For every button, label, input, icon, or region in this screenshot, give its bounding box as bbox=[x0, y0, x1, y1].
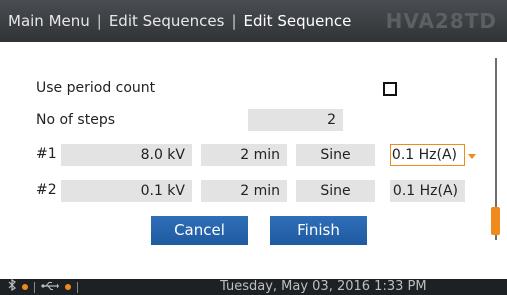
breadcrumb-edit-sequence: Edit Sequence bbox=[243, 12, 352, 30]
finish-button[interactable]: Finish bbox=[270, 216, 367, 245]
usb-icon bbox=[41, 280, 59, 295]
divider bbox=[34, 281, 35, 293]
no-of-steps-field[interactable]: 2 bbox=[248, 109, 343, 131]
breadcrumb-edit-sequences[interactable]: Edit Sequences bbox=[109, 12, 225, 30]
model-logo: HVA28TD bbox=[385, 9, 497, 33]
step-1-label: #1 bbox=[36, 146, 57, 162]
step-2-voltage-field[interactable]: 0.1 kV bbox=[61, 180, 192, 202]
step-1-waveform-field[interactable]: Sine bbox=[296, 144, 375, 166]
title-bar: Main Menu | Edit Sequences | Edit Sequen… bbox=[0, 0, 507, 42]
breadcrumb-main-menu[interactable]: Main Menu bbox=[8, 12, 90, 30]
date-time: Tuesday, May 03, 2016 1:33 PM bbox=[220, 279, 427, 294]
divider bbox=[77, 281, 78, 293]
use-period-count-checkbox[interactable] bbox=[383, 82, 397, 96]
dropdown-arrow-icon[interactable] bbox=[468, 154, 476, 159]
step-2-waveform-field[interactable]: Sine bbox=[296, 180, 375, 202]
use-period-count-label: Use period count bbox=[36, 80, 156, 96]
bluetooth-status-indicator bbox=[22, 284, 28, 290]
status-bar: Tuesday, May 03, 2016 1:33 PM bbox=[0, 278, 507, 295]
step-1-duration-field[interactable]: 2 min bbox=[201, 144, 287, 166]
no-of-steps-label: No of steps bbox=[36, 112, 116, 128]
step-2-frequency-field[interactable]: 0.1 Hz(A) bbox=[390, 180, 465, 202]
cancel-button[interactable]: Cancel bbox=[151, 216, 248, 245]
step-1-voltage-field[interactable]: 8.0 kV bbox=[61, 144, 192, 166]
scrollbar-thumb[interactable] bbox=[491, 207, 500, 235]
bluetooth-icon bbox=[8, 278, 16, 295]
step-2-duration-field[interactable]: 2 min bbox=[201, 180, 287, 202]
breadcrumb-separator: | bbox=[231, 12, 237, 30]
usb-status-indicator bbox=[65, 284, 71, 290]
breadcrumb-separator: | bbox=[96, 12, 102, 30]
step-1-frequency-field[interactable]: 0.1 Hz(A) bbox=[390, 144, 465, 166]
step-2-label: #2 bbox=[36, 182, 57, 198]
edit-sequence-form: Use period count No of steps 2 #1 8.0 kV… bbox=[0, 42, 507, 267]
